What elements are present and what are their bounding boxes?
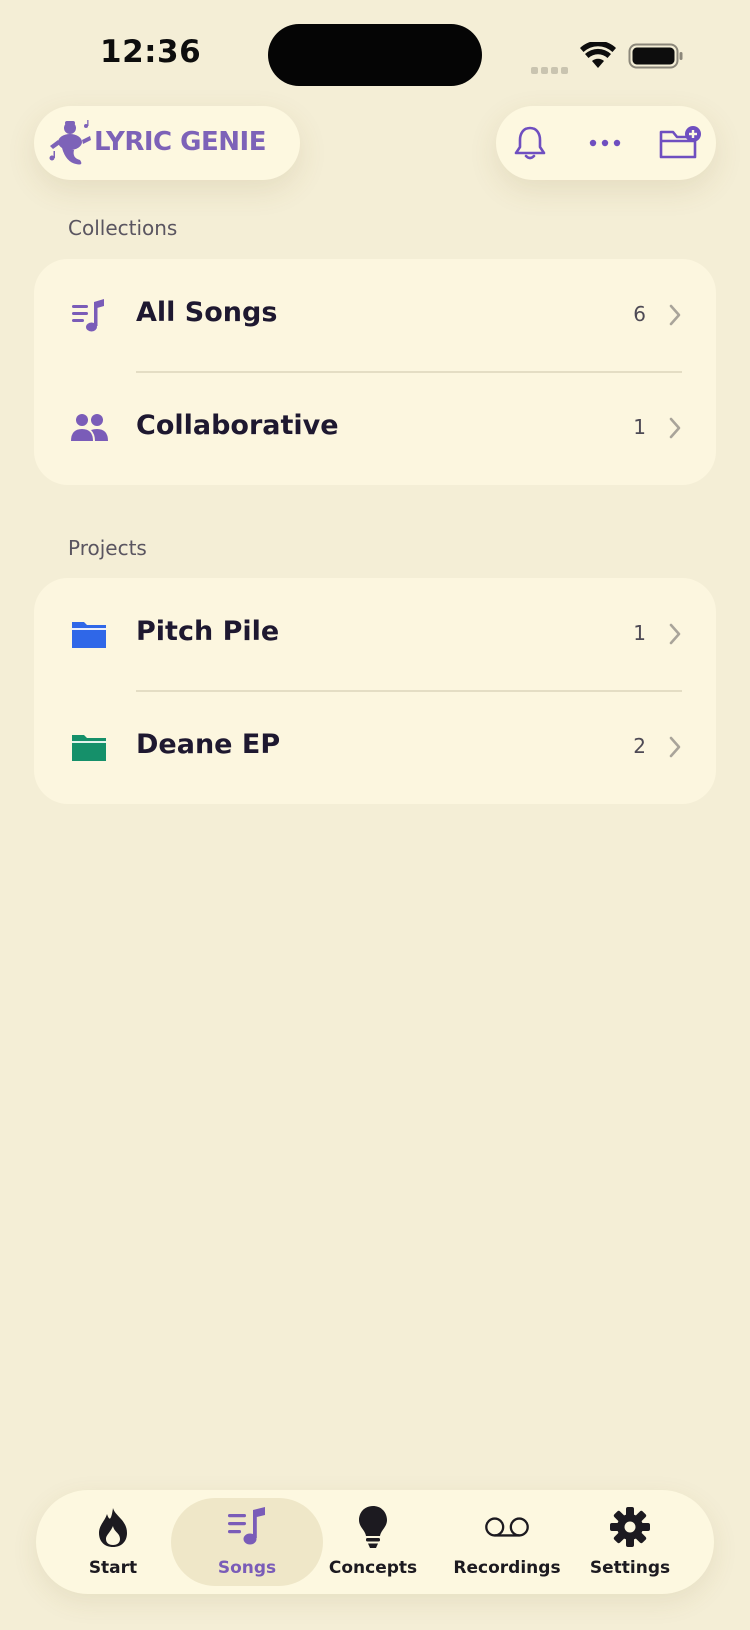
project-label: Deane EP <box>136 729 281 760</box>
more-icon <box>589 139 621 147</box>
notifications-button[interactable] <box>507 120 553 166</box>
tab-recordings[interactable]: Recordings <box>432 1498 582 1586</box>
collection-label: Collaborative <box>136 410 339 441</box>
tab-bar: Start Songs Concepts Recordings Settings <box>36 1490 714 1594</box>
collections-card: All Songs 6 Collaborative 1 <box>34 259 716 485</box>
flame-icon <box>99 1508 127 1547</box>
chevron-right-icon <box>669 736 681 758</box>
folder-icon <box>72 735 106 761</box>
people-icon <box>71 414 108 441</box>
more-button[interactable] <box>582 120 628 166</box>
project-label: Pitch Pile <box>136 616 280 647</box>
projects-card: Pitch Pile 1 Deane EP 2 <box>34 578 716 804</box>
projects-section-label: Projects <box>68 536 147 560</box>
app-logo-text: LYRIC GENIE <box>94 127 266 157</box>
collection-count: 1 <box>633 415 646 439</box>
tab-start[interactable]: Start <box>52 1498 174 1586</box>
tab-label: Concepts <box>328 1558 418 1578</box>
project-count: 1 <box>633 621 646 645</box>
status-time: 12:36 <box>100 34 202 70</box>
tab-label: Songs <box>217 1558 277 1578</box>
project-row-pitch-pile[interactable]: Pitch Pile 1 <box>34 578 716 692</box>
wifi-icon <box>580 42 616 68</box>
cellular-signal-icon <box>531 59 571 74</box>
folder-icon <box>72 622 106 648</box>
bell-icon <box>514 126 546 160</box>
collection-count: 6 <box>633 302 646 326</box>
status-bar: 12:36 <box>0 0 750 110</box>
tab-songs[interactable]: Songs <box>171 1498 323 1586</box>
voicemail-icon <box>485 1517 529 1537</box>
lightbulb-icon <box>359 1506 387 1548</box>
chevron-right-icon <box>669 304 681 326</box>
project-count: 2 <box>633 734 646 758</box>
collection-row-collaborative[interactable]: Collaborative 1 <box>34 372 716 485</box>
tab-label: Settings <box>589 1558 671 1578</box>
collection-row-all-songs[interactable]: All Songs 6 <box>34 259 716 373</box>
gear-icon <box>610 1507 650 1547</box>
header-actions <box>496 106 716 180</box>
tab-label: Start <box>88 1558 138 1578</box>
chevron-right-icon <box>669 417 681 439</box>
collection-label: All Songs <box>136 297 278 328</box>
new-folder-button[interactable] <box>657 120 703 166</box>
genie-logo-icon <box>49 120 91 165</box>
tab-concepts[interactable]: Concepts <box>308 1498 438 1586</box>
collections-section-label: Collections <box>68 216 178 240</box>
battery-icon <box>628 43 683 69</box>
music-list-icon <box>72 299 104 332</box>
dynamic-island <box>268 24 482 86</box>
app-logo-pill[interactable]: LYRIC GENIE <box>34 106 300 180</box>
chevron-right-icon <box>669 623 681 645</box>
project-row-deane-ep[interactable]: Deane EP 2 <box>34 691 716 804</box>
tab-label: Recordings <box>453 1558 561 1578</box>
new-folder-icon <box>659 126 701 159</box>
music-list-icon <box>228 1507 265 1545</box>
tab-settings[interactable]: Settings <box>564 1498 696 1586</box>
